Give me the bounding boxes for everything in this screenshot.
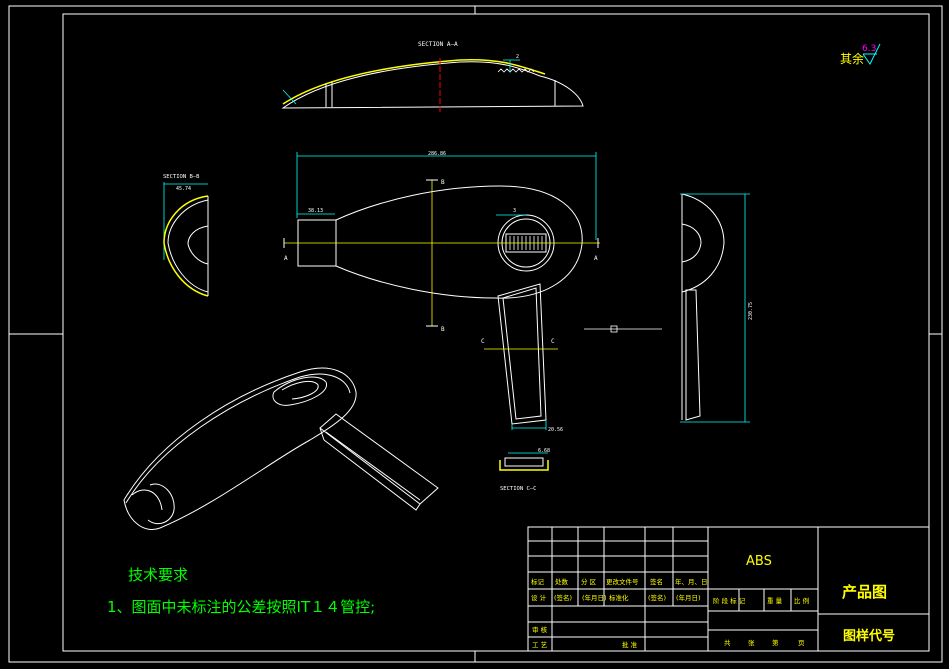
notes-item-1: 1、图面中未标注的公差按照IT１４管控; bbox=[107, 598, 375, 616]
tb-date: 年、月、日 bbox=[675, 577, 708, 586]
cut-label-a-right: A bbox=[594, 255, 598, 262]
handle-front-view: 20.56 C C bbox=[481, 283, 563, 433]
tb-sheets: 张 bbox=[748, 638, 755, 647]
tb-scale: 比 例 bbox=[794, 596, 809, 605]
technical-notes: 技术要求 1、图面中未标注的公差按照IT１４管控; bbox=[107, 566, 375, 616]
tb-page-no: 第 bbox=[772, 638, 779, 647]
handle-width-dim: 20.56 bbox=[548, 427, 563, 433]
tb-change-doc: 更改文件号 bbox=[606, 577, 639, 586]
side-view: 230.75 bbox=[584, 193, 754, 423]
tb-standard-date: (年月日) bbox=[676, 593, 701, 602]
nozzle-length-dim: 38.13 bbox=[308, 208, 323, 214]
tb-review: 审 核 bbox=[532, 625, 548, 634]
section-bb-label: SECTION B—B bbox=[163, 174, 200, 180]
section-aa-dim: 2 bbox=[516, 54, 519, 60]
roughness-label: 其余 bbox=[840, 51, 864, 66]
material-label: ABS bbox=[746, 554, 772, 569]
tb-standard-sign: (签名) bbox=[648, 593, 666, 602]
section-cc-dim: 6.68 bbox=[538, 448, 550, 454]
overall-length-dim: 286.86 bbox=[428, 151, 446, 157]
cut-label-b-top: B bbox=[441, 179, 445, 186]
grille-dim: 3 bbox=[513, 208, 516, 214]
drawing-code-label: 图样代号 bbox=[843, 628, 895, 644]
tb-design-date: (年月日) bbox=[582, 593, 607, 602]
tb-total: 共 bbox=[724, 638, 731, 647]
notes-heading: 技术要求 bbox=[128, 566, 188, 584]
cut-label-c-left: C bbox=[481, 338, 485, 345]
tb-design-sign: (签名) bbox=[554, 593, 572, 602]
tb-mark: 标记 bbox=[531, 577, 545, 586]
front-view: 286.86 38.13 3 B B A A bbox=[283, 151, 600, 333]
cut-label-c-right: C bbox=[551, 338, 555, 345]
cad-drawing: SECTION A—A 2 SECTION B—B 45.74 286.86 3… bbox=[8, 5, 943, 663]
tb-weight: 重 量 bbox=[767, 597, 783, 605]
tb-signature: 签名 bbox=[650, 577, 663, 586]
tb-zone: 分 区 bbox=[581, 577, 597, 586]
tb-standard: 标准化 bbox=[609, 593, 629, 602]
cut-label-a-left: A bbox=[284, 255, 288, 262]
tb-count: 处数 bbox=[555, 577, 569, 586]
tb-process: 工 艺 bbox=[532, 641, 548, 649]
section-cc-view: 6.68 SECTION C—C bbox=[499, 448, 550, 492]
tb-page: 页 bbox=[798, 639, 805, 647]
roughness-value: 6.3 bbox=[862, 44, 876, 54]
section-cc-label: SECTION C—C bbox=[500, 486, 536, 492]
cut-label-b-bottom: B bbox=[441, 326, 445, 333]
section-aa-label: SECTION A—A bbox=[418, 41, 458, 48]
drawing-title: 产品图 bbox=[842, 583, 887, 601]
tb-approve: 批 准 bbox=[622, 640, 638, 649]
section-aa-view: SECTION A—A 2 bbox=[281, 41, 584, 112]
roughness-symbol: 其余 6.3 bbox=[840, 43, 881, 66]
isometric-view bbox=[123, 367, 439, 530]
title-block: ABS 产品图 图样代号 标记 处数 分 区 更改文件号 签名 年、月、日 设 … bbox=[527, 526, 930, 652]
drawing-frame bbox=[8, 5, 943, 663]
section-bb-view: SECTION B—B 45.74 bbox=[163, 174, 209, 297]
section-bb-dim: 45.74 bbox=[176, 186, 191, 192]
tb-design: 设 计 bbox=[531, 593, 547, 602]
side-height-dim: 230.75 bbox=[748, 302, 754, 320]
tb-stage-mark: 阶 段 标 记 bbox=[713, 596, 746, 605]
